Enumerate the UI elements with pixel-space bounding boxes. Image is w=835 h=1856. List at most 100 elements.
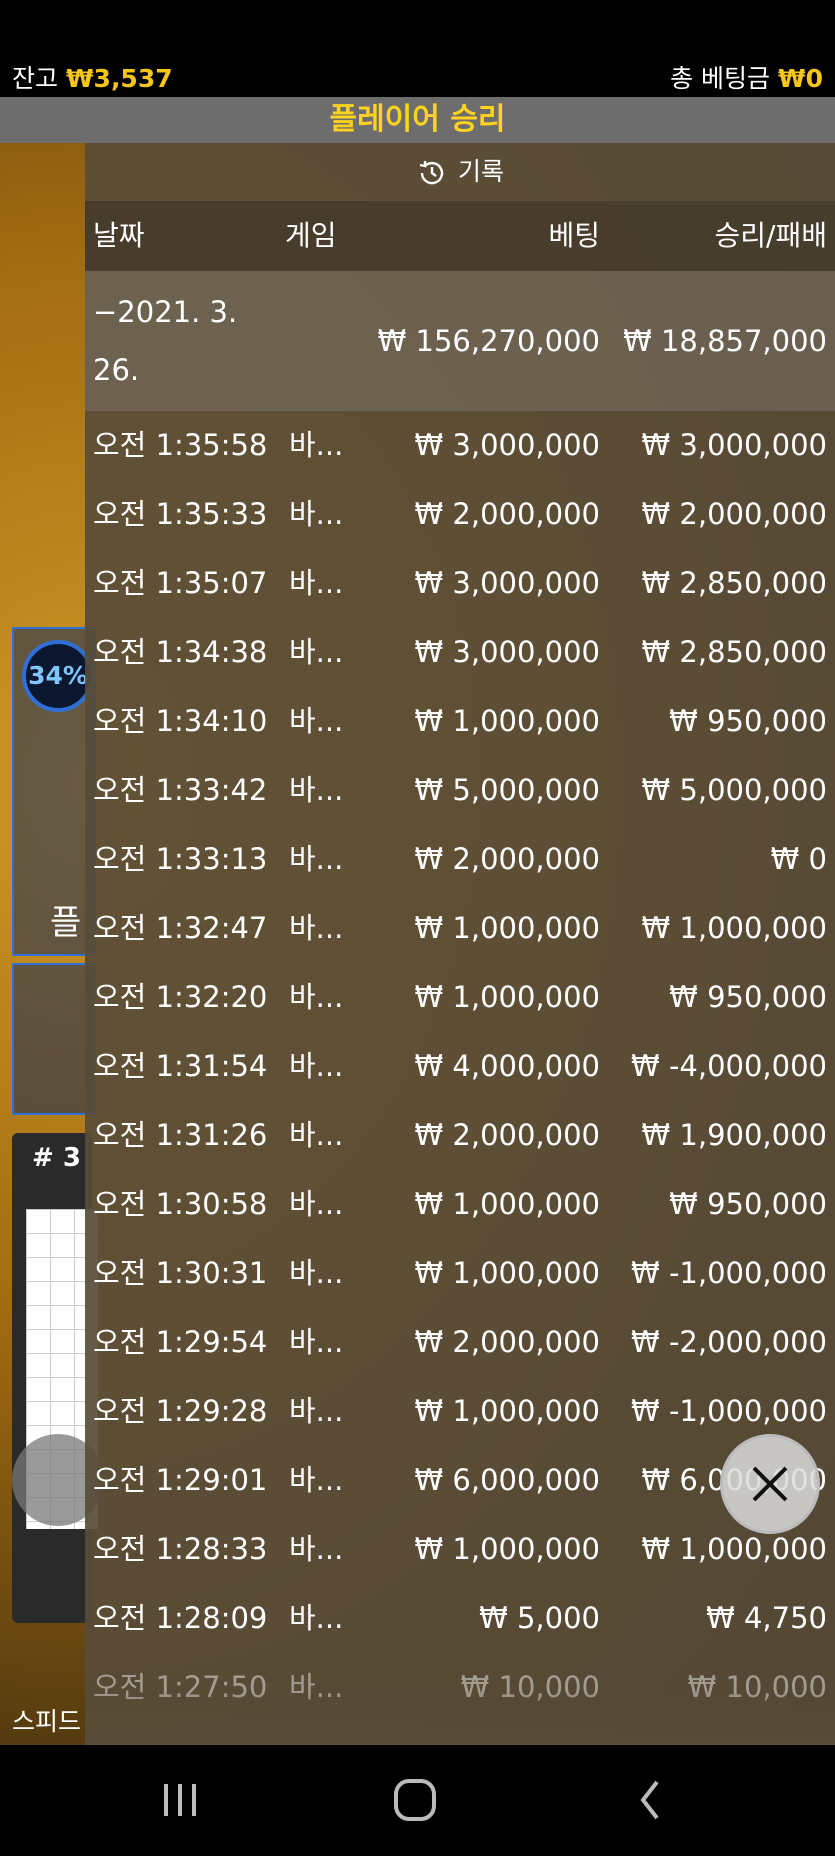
row-game: 바...	[289, 704, 344, 738]
history-row[interactable]: 오전 1:31:26 바... ₩ 2,000,000 ₩ 1,900,000	[85, 1101, 835, 1170]
row-game: 바...	[289, 1532, 344, 1566]
history-row[interactable]: 오전 1:35:07 바... ₩ 3,000,000 ₩ 2,850,000	[85, 549, 835, 618]
history-panel: 기록 날짜 게임 베팅 승리/패배 −2021. 3. 26. ₩ 156,27…	[85, 143, 835, 1745]
row-time: 오전 1:34:10	[93, 704, 268, 738]
summary-bet: ₩ 156,270,000	[377, 324, 600, 358]
history-row[interactable]: 오전 1:29:54 바... ₩ 2,000,000 ₩ -2,000,000	[85, 1308, 835, 1377]
column-win-loss: 승리/패배	[714, 219, 827, 252]
status-bar	[0, 0, 835, 60]
row-bet: ₩ 4,000,000	[414, 1049, 600, 1083]
row-game: 바...	[289, 497, 344, 531]
row-time: 오전 1:29:28	[93, 1394, 268, 1428]
history-row[interactable]: 오전 1:32:20 바... ₩ 1,000,000 ₩ 950,000	[85, 963, 835, 1032]
column-bet: 베팅	[548, 219, 600, 252]
history-row[interactable]: 오전 1:34:10 바... ₩ 1,000,000 ₩ 950,000	[85, 687, 835, 756]
row-bet: ₩ 1,000,000	[414, 1532, 600, 1566]
row-win-loss: ₩ 2,000,000	[641, 497, 827, 531]
row-win-loss: ₩ -1,000,000	[631, 1394, 827, 1428]
row-bet: ₩ 2,000,000	[414, 1325, 600, 1359]
history-column-headers: 날짜 게임 베팅 승리/패배	[85, 201, 835, 271]
result-banner: 플레이어 승리	[0, 97, 835, 143]
table-name: 스피드	[12, 1707, 82, 1736]
history-row[interactable]: 오전 1:30:31 바... ₩ 1,000,000 ₩ -1,000,000	[85, 1239, 835, 1308]
history-rows: 오전 1:35:58 바... ₩ 3,000,000 ₩ 3,000,000 오전 1…	[85, 411, 835, 1722]
top-info-bar: 잔고 ₩3,537 총 베팅금 ₩0	[0, 60, 835, 97]
row-win-loss: ₩ 1,000,000	[641, 911, 827, 945]
row-bet: ₩ 3,000,000	[414, 566, 600, 600]
close-icon	[752, 1466, 788, 1502]
history-row[interactable]: 오전 1:34:38 바... ₩ 3,000,000 ₩ 2,850,000	[85, 618, 835, 687]
balance-label: 잔고	[12, 64, 59, 93]
history-row[interactable]: 오전 1:33:42 바... ₩ 5,000,000 ₩ 5,000,000	[85, 756, 835, 825]
row-time: 오전 1:31:54	[93, 1049, 268, 1083]
total-bet-label: 총 베팅금	[670, 64, 771, 93]
history-row[interactable]: 오전 1:33:13 바... ₩ 2,000,000 ₩ 0	[85, 825, 835, 894]
history-row[interactable]: 오전 1:35:33 바... ₩ 2,000,000 ₩ 2,000,000	[85, 480, 835, 549]
row-win-loss: ₩ 3,000,000	[641, 428, 827, 462]
row-win-loss: ₩ 950,000	[669, 704, 827, 738]
recents-icon	[164, 1784, 196, 1816]
row-game: 바...	[289, 1463, 344, 1497]
list-fade	[85, 1690, 835, 1745]
history-row[interactable]: 오전 1:35:58 바... ₩ 3,000,000 ₩ 3,000,000	[85, 411, 835, 480]
row-game: 바...	[289, 1394, 344, 1428]
row-time: 오전 1:32:20	[93, 980, 268, 1014]
history-row[interactable]: 오전 1:31:54 바... ₩ 4,000,000 ₩ -4,000,000	[85, 1032, 835, 1101]
history-row[interactable]: 오전 1:29:28 바... ₩ 1,000,000 ₩ -1,000,000	[85, 1377, 835, 1446]
back-icon	[640, 1780, 659, 1820]
history-row[interactable]: 오전 1:32:47 바... ₩ 1,000,000 ₩ 1,000,000	[85, 894, 835, 963]
row-win-loss: ₩ -1,000,000	[631, 1256, 827, 1290]
home-icon	[394, 1779, 436, 1821]
total-bet-value: ₩0	[778, 64, 823, 93]
row-win-loss: ₩ 2,850,000	[641, 566, 827, 600]
row-game: 바...	[289, 1118, 344, 1152]
recents-button[interactable]	[150, 1775, 210, 1825]
row-win-loss: ₩ 1,900,000	[641, 1118, 827, 1152]
row-game: 바...	[289, 635, 344, 669]
side-bet-spot[interactable]	[12, 963, 96, 1115]
row-time: 오전 1:29:54	[93, 1325, 268, 1359]
history-title: 기록	[457, 157, 504, 186]
back-button[interactable]	[620, 1775, 680, 1825]
row-game: 바...	[289, 566, 344, 600]
row-time: 오전 1:30:58	[93, 1187, 268, 1221]
balance-value: ₩3,537	[65, 64, 173, 93]
row-bet: ₩ 1,000,000	[414, 980, 600, 1014]
row-bet: ₩ 3,000,000	[414, 428, 600, 462]
row-time: 오전 1:29:01	[93, 1463, 268, 1497]
row-bet: ₩ 2,000,000	[414, 842, 600, 876]
row-bet: ₩ 2,000,000	[414, 497, 600, 531]
home-button[interactable]	[385, 1775, 445, 1825]
row-game: 바...	[289, 1256, 344, 1290]
row-game: 바...	[289, 911, 344, 945]
row-game: 바...	[289, 773, 344, 807]
round-number: # 3	[32, 1143, 81, 1173]
row-time: 오전 1:31:26	[93, 1118, 268, 1152]
win-percentage-indicator: 34%	[22, 640, 94, 712]
row-time: 오전 1:28:09	[93, 1601, 268, 1635]
system-nav-bar	[0, 1745, 835, 1856]
total-bet: 총 베팅금 ₩0	[670, 60, 823, 97]
row-time: 오전 1:32:47	[93, 911, 268, 945]
date-summary-row[interactable]: −2021. 3. 26. ₩ 156,270,000 ₩ 18,857,000	[85, 271, 835, 411]
row-win-loss: ₩ -4,000,000	[631, 1049, 827, 1083]
row-bet: ₩ 1,000,000	[414, 1256, 600, 1290]
history-clock-icon	[419, 161, 444, 185]
history-row[interactable]: 오전 1:28:33 바... ₩ 1,000,000 ₩ 1,000,000	[85, 1515, 835, 1584]
player-bet-label: 플	[50, 903, 82, 943]
summary-date: −2021. 3. 26.	[93, 283, 263, 399]
row-game: 바...	[289, 980, 344, 1014]
row-game: 바...	[289, 1187, 344, 1221]
history-row[interactable]: 오전 1:30:58 바... ₩ 1,000,000 ₩ 950,000	[85, 1170, 835, 1239]
row-bet: ₩ 1,000,000	[414, 911, 600, 945]
row-game: 바...	[289, 1325, 344, 1359]
history-row[interactable]: 오전 1:28:09 바... ₩ 5,000 ₩ 4,750	[85, 1584, 835, 1653]
row-bet: ₩ 3,000,000	[414, 635, 600, 669]
row-win-loss: ₩ 950,000	[669, 980, 827, 1014]
row-game: 바...	[289, 1049, 344, 1083]
row-time: 오전 1:33:13	[93, 842, 268, 876]
close-button[interactable]	[720, 1434, 820, 1534]
row-bet: ₩ 6,000,000	[414, 1463, 600, 1497]
row-win-loss: ₩ 1,000,000	[641, 1532, 827, 1566]
row-game: 바...	[289, 428, 344, 462]
